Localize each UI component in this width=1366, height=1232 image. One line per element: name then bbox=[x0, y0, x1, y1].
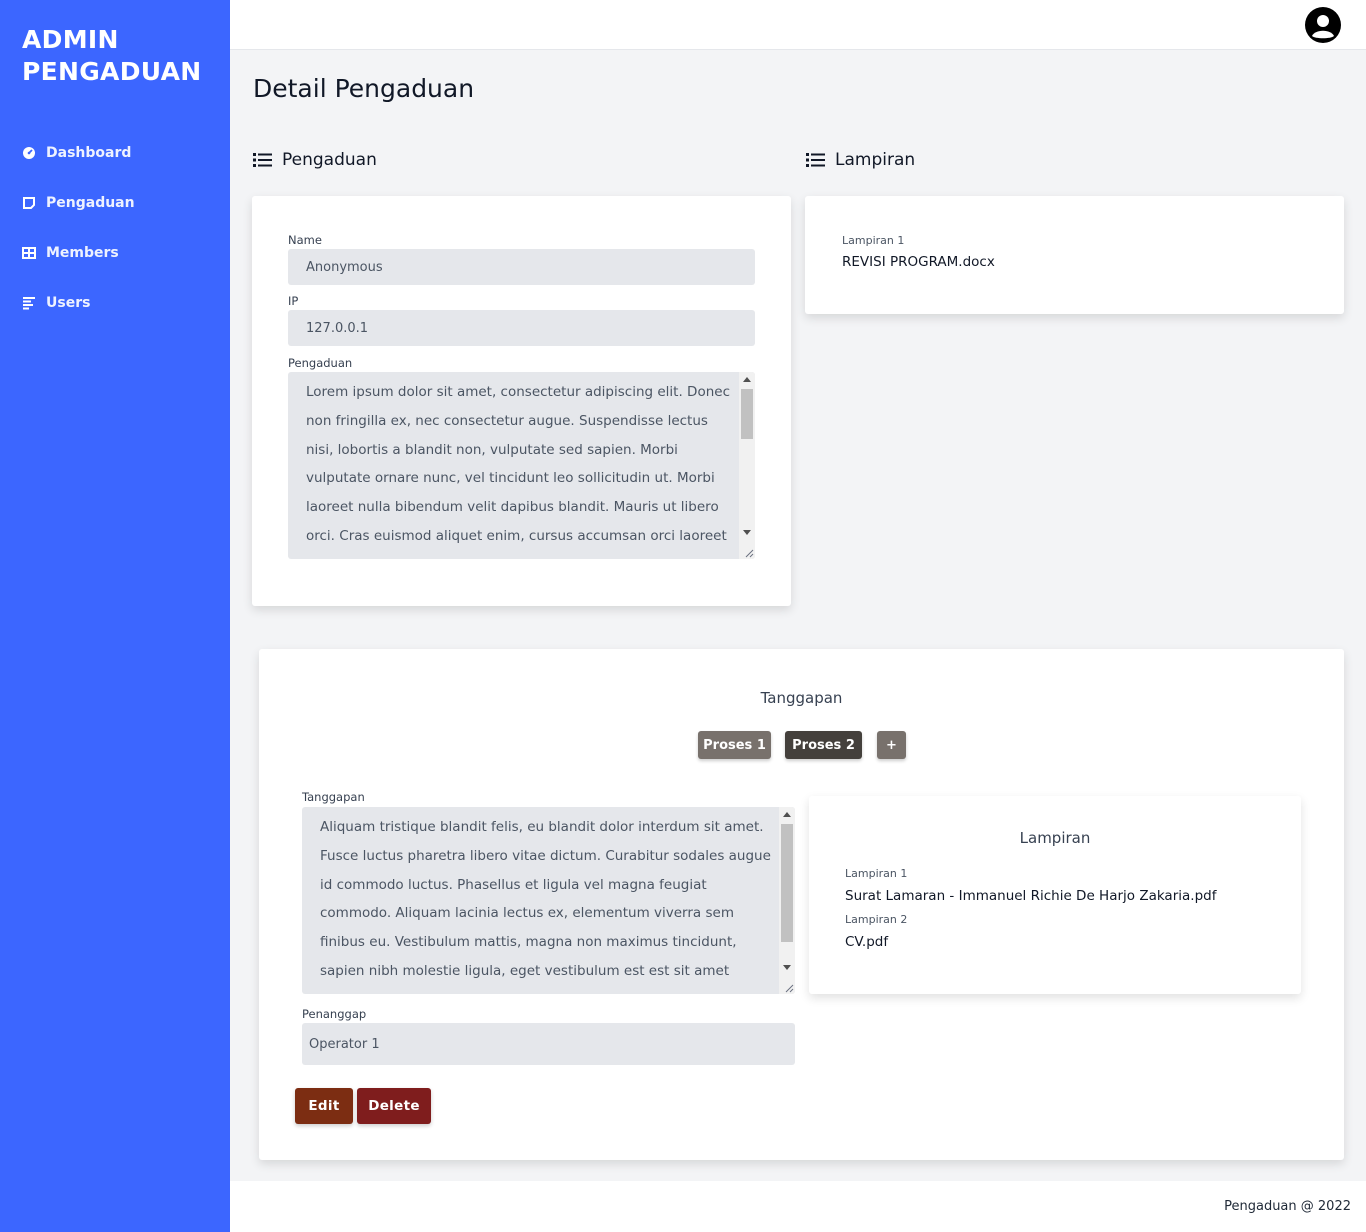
ip-field[interactable]: 127.0.0.1 bbox=[288, 310, 755, 346]
tanggapan-text-label: Tanggapan bbox=[302, 790, 365, 804]
pengaduan-card: Name Anonymous IP 127.0.0.1 Pengaduan Lo… bbox=[252, 196, 791, 606]
brand-line-1: ADMIN bbox=[22, 25, 119, 54]
tanggapan-card: Tanggapan Proses 1 Proses 2 + Tanggapan … bbox=[259, 649, 1344, 1160]
sidebar: ADMIN PENGADUAN Dashboard Pengaduan Memb… bbox=[0, 0, 230, 1232]
scroll-thumb[interactable] bbox=[741, 389, 753, 439]
resize-grip-icon[interactable] bbox=[784, 983, 794, 993]
attachment-label: Lampiran 1 bbox=[845, 867, 908, 880]
resize-grip-icon[interactable] bbox=[744, 548, 754, 558]
sidebar-item-label: Dashboard bbox=[46, 145, 132, 161]
tanggapan-text: Aliquam tristique blandit felis, eu blan… bbox=[320, 819, 771, 979]
dashboard-icon bbox=[23, 147, 35, 159]
scroll-down-arrow-icon[interactable] bbox=[743, 530, 751, 535]
sidebar-item-members[interactable]: Members bbox=[0, 228, 230, 278]
add-proses-button[interactable]: + bbox=[877, 731, 906, 759]
list-icon bbox=[23, 297, 35, 310]
tab-proses-1[interactable]: Proses 1 bbox=[698, 731, 771, 759]
scroll-up-arrow-icon[interactable] bbox=[783, 812, 791, 817]
user-circle-icon[interactable] bbox=[1305, 7, 1341, 43]
brand-logo[interactable]: ADMIN PENGADUAN bbox=[22, 24, 201, 88]
table-icon bbox=[22, 247, 36, 259]
footer-text: Pengaduan @ 2022 bbox=[1224, 1199, 1351, 1214]
tanggapan-title: Tanggapan bbox=[760, 689, 843, 707]
textarea-scrollbar[interactable] bbox=[739, 372, 755, 559]
list-icon bbox=[253, 153, 272, 167]
lampiran-heading-label: Lampiran bbox=[835, 150, 916, 170]
note-icon bbox=[23, 197, 35, 209]
scroll-down-arrow-icon[interactable] bbox=[783, 965, 791, 970]
responder-field[interactable]: Operator 1 bbox=[302, 1023, 795, 1065]
attachment-label: Lampiran 1 bbox=[842, 234, 905, 247]
lampiran-heading: Lampiran bbox=[806, 150, 915, 170]
attachment-link[interactable]: REVISI PROGRAM.docx bbox=[842, 254, 995, 270]
tab-proses-2[interactable]: Proses 2 bbox=[785, 731, 862, 759]
sidebar-item-label: Pengaduan bbox=[46, 195, 135, 211]
sidebar-item-users[interactable]: Users bbox=[0, 278, 230, 328]
page-title: Detail Pengaduan bbox=[253, 74, 475, 103]
pengaduan-heading: Pengaduan bbox=[253, 150, 377, 170]
attachment-link[interactable]: CV.pdf bbox=[845, 934, 888, 950]
lampiran-card: Lampiran 1 REVISI PROGRAM.docx bbox=[805, 196, 1344, 314]
textarea-scrollbar[interactable] bbox=[779, 807, 795, 994]
pengaduan-heading-label: Pengaduan bbox=[282, 150, 377, 170]
name-field[interactable]: Anonymous bbox=[288, 249, 755, 285]
pengaduan-text-label: Pengaduan bbox=[288, 356, 353, 370]
sidebar-item-label: Members bbox=[46, 245, 119, 261]
sidebar-item-pengaduan[interactable]: Pengaduan bbox=[0, 178, 230, 228]
tanggapan-lampiran-card: Lampiran Lampiran 1 Surat Lamaran - Imma… bbox=[809, 796, 1301, 994]
brand-line-2: PENGADUAN bbox=[22, 57, 202, 86]
scroll-up-arrow-icon[interactable] bbox=[743, 377, 751, 382]
footer: Pengaduan @ 2022 bbox=[230, 1181, 1366, 1232]
attachment-link[interactable]: Surat Lamaran - Immanuel Richie De Harjo… bbox=[845, 888, 1216, 904]
responder-label: Penanggap bbox=[302, 1007, 367, 1021]
edit-button[interactable]: Edit bbox=[295, 1088, 353, 1124]
tanggapan-lampiran-title: Lampiran bbox=[1019, 829, 1091, 847]
ip-label: IP bbox=[288, 294, 299, 308]
top-bar bbox=[230, 0, 1366, 50]
tanggapan-textarea[interactable]: Aliquam tristique blandit felis, eu blan… bbox=[302, 807, 795, 994]
pengaduan-textarea[interactable]: Lorem ipsum dolor sit amet, consectetur … bbox=[288, 372, 755, 559]
sidebar-nav: Dashboard Pengaduan Members Users bbox=[0, 128, 230, 328]
sidebar-item-label: Users bbox=[46, 295, 91, 311]
attachment-label: Lampiran 2 bbox=[845, 913, 908, 926]
scroll-thumb[interactable] bbox=[781, 824, 793, 942]
sidebar-item-dashboard[interactable]: Dashboard bbox=[0, 128, 230, 178]
delete-button[interactable]: Delete bbox=[357, 1088, 431, 1124]
name-label: Name bbox=[288, 233, 322, 247]
pengaduan-text: Lorem ipsum dolor sit amet, consectetur … bbox=[306, 384, 730, 544]
list-icon bbox=[806, 153, 825, 167]
